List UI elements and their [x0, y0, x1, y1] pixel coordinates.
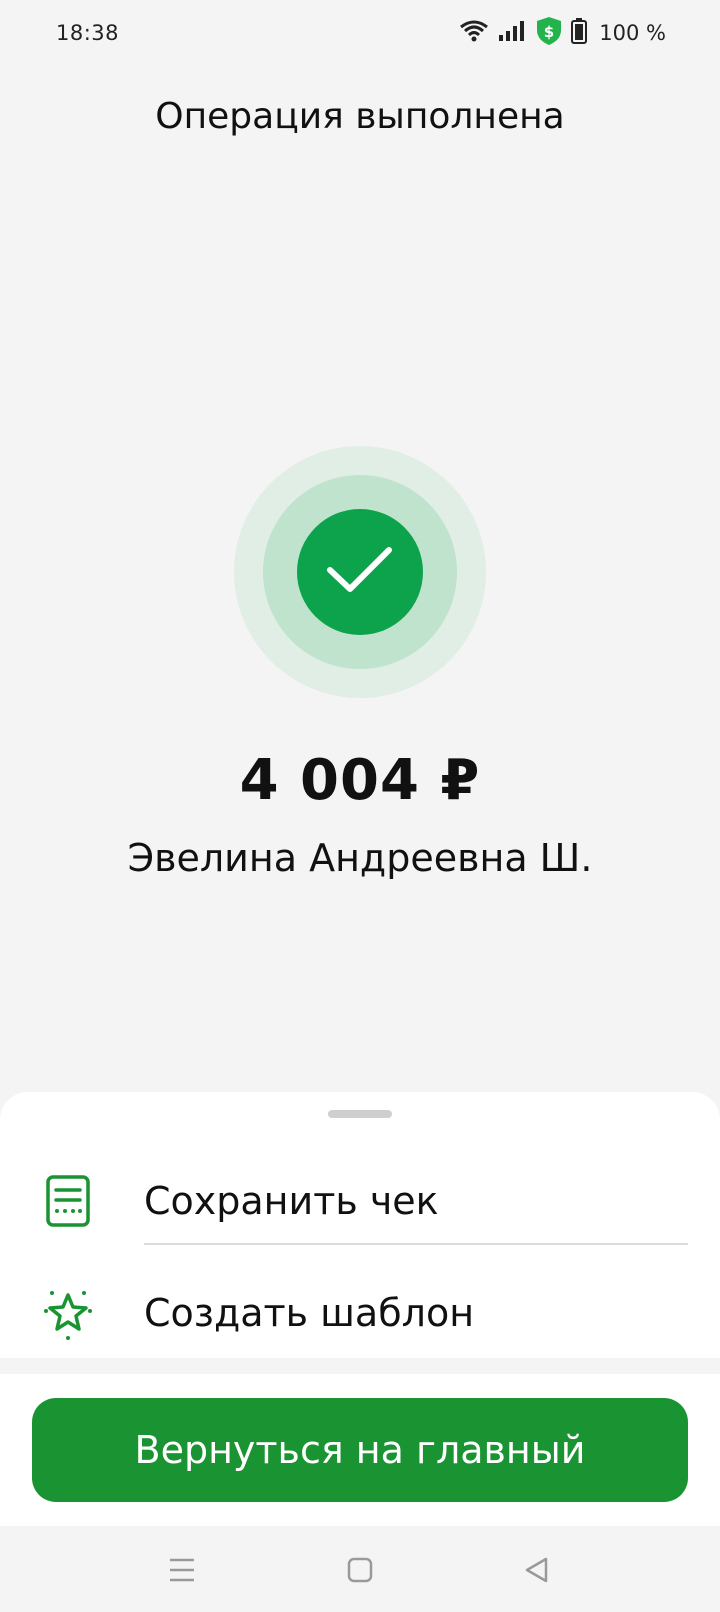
success-circle — [297, 509, 423, 635]
save-receipt-label: Сохранить чек — [144, 1179, 439, 1223]
status-bar: 18:38 $ 100 % — [0, 0, 720, 66]
sheet-drag-handle[interactable] — [328, 1110, 392, 1118]
status-icons: $ 100 % — [459, 16, 666, 50]
action-area: Вернуться на главный — [0, 1374, 720, 1526]
back-icon[interactable] — [518, 1552, 554, 1588]
screen: 18:38 $ 100 % Операция выполнена 4 004 ₽… — [0, 0, 720, 1612]
bottom-sheet: Сохранить чек Создать шаблон — [0, 1092, 720, 1358]
return-home-button[interactable]: Вернуться на главный — [32, 1398, 688, 1502]
create-template-label: Создать шаблон — [144, 1291, 475, 1335]
battery-icon — [571, 18, 588, 48]
page-title: Операция выполнена — [155, 96, 565, 137]
sheet-divider — [144, 1243, 688, 1245]
svg-text:$: $ — [544, 23, 554, 41]
menu-icon[interactable] — [164, 1552, 200, 1588]
star-icon — [40, 1285, 96, 1341]
payment-amount: 4 004 ₽ — [239, 748, 481, 813]
save-receipt-item[interactable]: Сохранить чек — [0, 1146, 720, 1256]
wifi-icon — [459, 19, 489, 47]
check-icon — [326, 544, 394, 600]
security-shield-icon: $ — [535, 16, 563, 50]
home-icon[interactable] — [342, 1552, 378, 1588]
create-template-item[interactable]: Создать шаблон — [0, 1258, 720, 1368]
battery-level: 100 % — [599, 21, 666, 45]
status-time: 18:38 — [56, 21, 120, 45]
success-indicator — [234, 446, 486, 698]
recipient-name: Эвелина Андреевна Ш. — [127, 836, 593, 880]
signal-icon — [497, 19, 527, 47]
navigation-bar — [0, 1526, 720, 1612]
receipt-icon — [40, 1173, 96, 1229]
